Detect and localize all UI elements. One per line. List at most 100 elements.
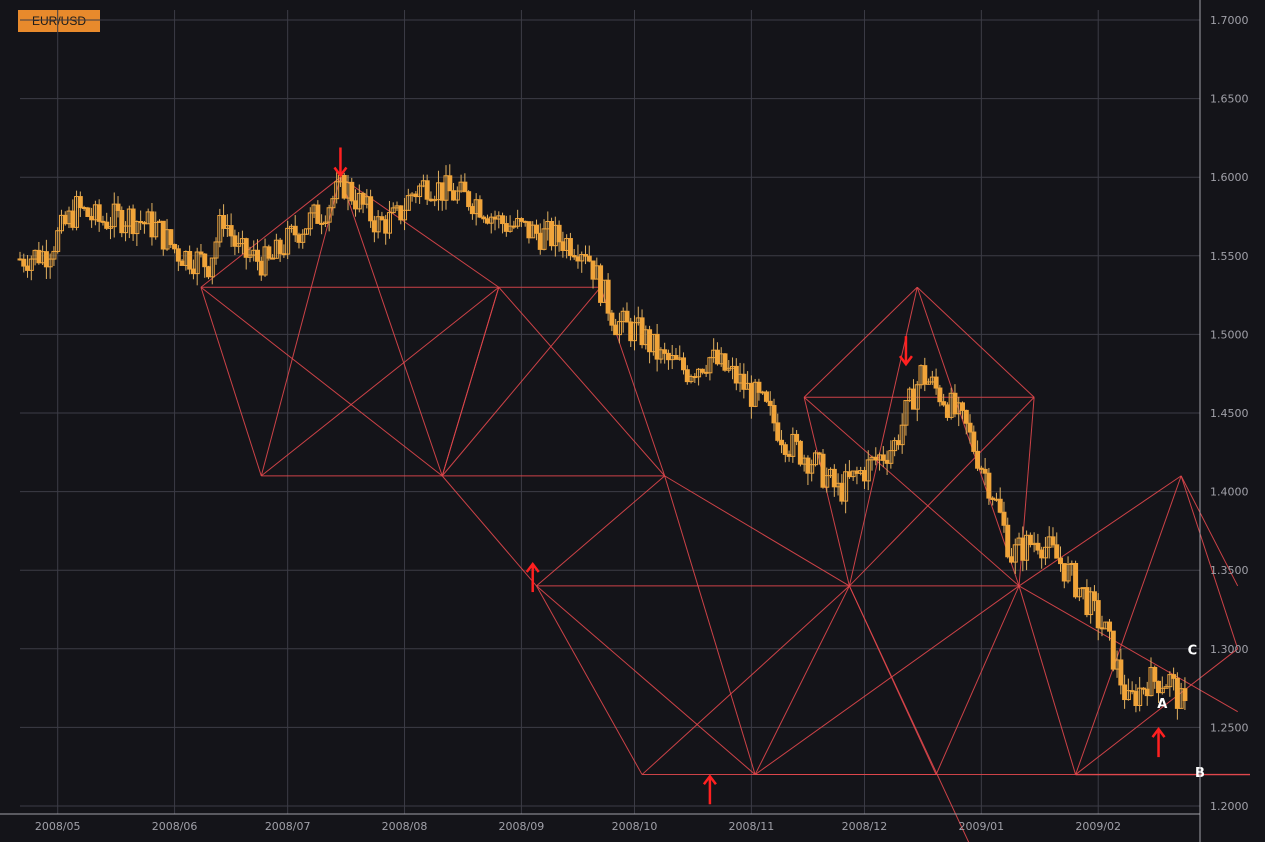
pentagon-patterns bbox=[200, 176, 1250, 842]
candle-down bbox=[1171, 674, 1177, 679]
pattern-line bbox=[754, 585, 1020, 775]
candle-down bbox=[77, 196, 83, 208]
candle-down bbox=[1005, 524, 1011, 558]
candle-down bbox=[794, 433, 800, 442]
x-tick-label: 2008/11 bbox=[729, 820, 775, 833]
x-tick-label: 2009/01 bbox=[958, 820, 1004, 833]
pattern-line bbox=[260, 286, 500, 477]
x-tick-label: 2008/12 bbox=[842, 820, 888, 833]
candle-down bbox=[586, 255, 592, 262]
candle-down bbox=[986, 472, 992, 499]
candle-down bbox=[959, 402, 965, 411]
pattern-line bbox=[200, 287, 262, 477]
y-tick-label: 1.6000 bbox=[1210, 171, 1249, 184]
pattern-line bbox=[664, 475, 850, 587]
candle-down bbox=[771, 405, 777, 424]
candle-down bbox=[187, 251, 193, 270]
pattern-line bbox=[200, 286, 443, 477]
candle-down bbox=[175, 248, 181, 262]
y-tick-label: 1.2000 bbox=[1210, 800, 1249, 813]
pattern-line bbox=[536, 585, 643, 775]
candle-down bbox=[967, 422, 973, 433]
candle-down bbox=[1118, 659, 1124, 686]
candle-down bbox=[462, 181, 468, 193]
candle-down bbox=[1107, 621, 1113, 632]
y-tick-label: 1.2500 bbox=[1210, 721, 1249, 734]
pattern-line bbox=[498, 286, 666, 477]
y-tick-label: 1.6500 bbox=[1210, 93, 1249, 106]
candle-down bbox=[624, 310, 630, 323]
candle-down bbox=[1054, 544, 1060, 559]
candle-down bbox=[228, 225, 234, 237]
candle-down bbox=[243, 238, 249, 258]
projection-line bbox=[1180, 475, 1239, 649]
candle-down bbox=[168, 229, 174, 245]
candle-down bbox=[172, 243, 178, 250]
candle-down bbox=[982, 468, 988, 474]
y-tick-label: 1.3000 bbox=[1210, 643, 1249, 656]
candle-down bbox=[266, 246, 272, 259]
candle-down bbox=[533, 224, 539, 234]
candle-down bbox=[1182, 688, 1188, 702]
candle-down bbox=[971, 431, 977, 452]
pattern-line bbox=[536, 475, 665, 587]
candle-down bbox=[763, 391, 769, 402]
candle-down bbox=[756, 381, 762, 393]
point-label: C bbox=[1188, 644, 1198, 659]
pattern-line bbox=[803, 286, 918, 398]
candle-down bbox=[115, 203, 121, 211]
candle-down bbox=[722, 353, 728, 371]
candle-down bbox=[255, 249, 261, 262]
candle-down bbox=[609, 312, 615, 326]
pattern-line bbox=[1075, 475, 1182, 775]
candle-down bbox=[424, 180, 430, 200]
grid bbox=[20, 10, 1200, 814]
pattern-line bbox=[754, 585, 850, 775]
y-tick-label: 1.3500 bbox=[1210, 564, 1249, 577]
candle-down bbox=[997, 498, 1003, 513]
candle-down bbox=[349, 181, 355, 202]
candle-down bbox=[1091, 591, 1097, 602]
candle-down bbox=[447, 175, 453, 192]
pattern-line bbox=[1018, 475, 1182, 587]
y-tick-label: 1.7000 bbox=[1210, 14, 1249, 27]
pattern-line bbox=[664, 475, 756, 775]
y-tick-label: 1.5500 bbox=[1210, 250, 1249, 263]
x-tick-label: 2008/10 bbox=[612, 820, 658, 833]
pattern-line bbox=[536, 585, 756, 775]
candle-down bbox=[21, 258, 27, 267]
pattern-line bbox=[935, 585, 1020, 775]
candle-down bbox=[1152, 666, 1158, 682]
candle-down bbox=[500, 215, 506, 225]
projection-line bbox=[848, 585, 970, 842]
y-tick-label: 1.4000 bbox=[1210, 486, 1249, 499]
axes: 1.2000 1.2500 1.3000 1.3500 1.4000 1.4500 1.50… bbox=[0, 0, 1249, 842]
candle-down bbox=[767, 400, 773, 407]
candle-down bbox=[662, 349, 668, 354]
candle-down bbox=[556, 224, 562, 243]
candle-down bbox=[963, 409, 969, 424]
candle-down bbox=[1058, 557, 1064, 565]
candlestick-chart: ABC 1.20001.25001.30001.35001.40001.4500… bbox=[0, 0, 1250, 842]
candle-down bbox=[466, 191, 472, 208]
candle-down bbox=[605, 279, 611, 314]
point-label: A bbox=[1157, 697, 1167, 712]
x-tick-label: 2009/02 bbox=[1075, 820, 1121, 833]
pattern-line bbox=[441, 475, 537, 587]
candle-down bbox=[315, 204, 321, 224]
candle-down bbox=[1001, 511, 1007, 526]
x-tick-label: 2008/06 bbox=[152, 820, 198, 833]
x-tick-label: 2008/09 bbox=[499, 820, 545, 833]
candle-down bbox=[85, 207, 91, 217]
candle-down bbox=[1035, 542, 1041, 551]
candle-down bbox=[937, 387, 943, 403]
candle-down bbox=[681, 357, 687, 371]
pattern-line bbox=[848, 287, 918, 587]
candle-down bbox=[975, 450, 981, 469]
candle-down bbox=[96, 204, 102, 222]
pattern-line bbox=[641, 585, 850, 775]
pattern-line bbox=[441, 287, 500, 477]
pattern-line bbox=[1018, 585, 1077, 775]
candle-down bbox=[277, 239, 283, 255]
candle-down bbox=[779, 439, 785, 446]
